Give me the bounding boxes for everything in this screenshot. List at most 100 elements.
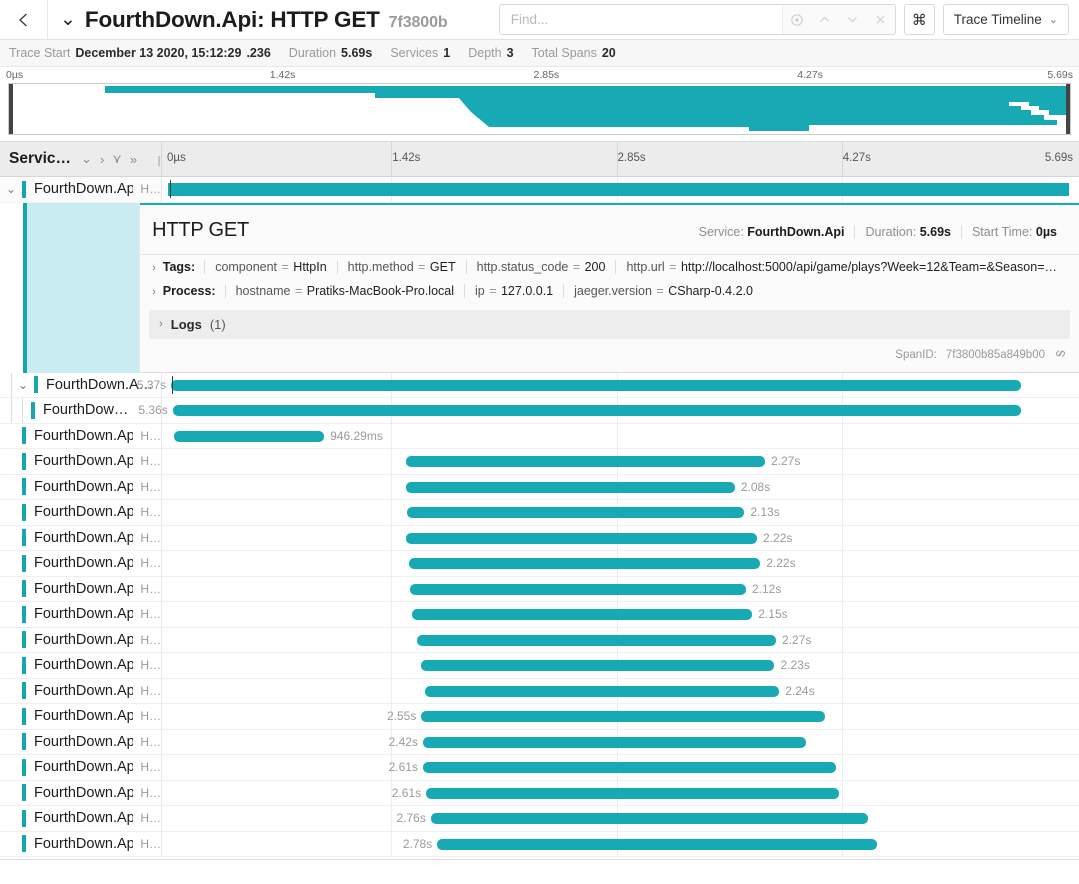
double-chevron-right-icon[interactable]: » [127,152,140,167]
span-bar-track[interactable]: 5.36s [138,398,1079,424]
span-row[interactable]: FourthDown.Api H… 2.13s [0,500,1079,526]
span-bar-track[interactable]: 946.29ms [162,423,1079,449]
span-bar-track[interactable] [162,177,1079,203]
span-bar-track[interactable]: 2.78s [162,831,1079,857]
span-bar-track[interactable]: 2.27s [162,449,1079,475]
span-row-label-cell[interactable]: FourthDown.Api H… [0,576,162,602]
back-button[interactable] [0,0,48,39]
span-bar-track[interactable]: 2.08s [162,474,1079,500]
span-bar-track[interactable]: 2.23s [162,653,1079,679]
span-row-label-cell[interactable]: FourthDown.Api H… [0,602,162,628]
chevron-up-icon[interactable] [811,5,839,34]
span-row[interactable]: FourthDown.Api H… 2.08s [0,474,1079,500]
chevron-down-icon[interactable]: ⌄ [78,151,95,167]
span-duration-bar[interactable] [408,558,761,569]
span-duration-bar[interactable] [405,456,765,467]
target-icon[interactable] [783,5,811,34]
span-rows-container[interactable]: ⌄ FourthDown.Api H… HTTP GET Service: Fourth… [0,177,1079,859]
link-icon[interactable] [1054,347,1067,363]
minimap-left-handle[interactable] [9,84,13,134]
span-row[interactable]: ⌄ FourthDown.Api H… [0,177,1079,203]
span-duration-bar[interactable] [421,711,826,722]
search-input[interactable] [499,5,782,34]
span-bar-track[interactable]: 2.61s [162,780,1079,806]
span-duration-bar[interactable] [411,609,753,620]
span-row-label-cell[interactable]: FourthDown.Api H… [0,525,162,551]
span-duration-bar[interactable] [171,379,1022,391]
span-row[interactable]: FourthDown.Api H… 2.27s [0,449,1079,475]
chevron-down-icon[interactable]: ⌄ [60,10,76,29]
expand-process-icon[interactable]: › [152,286,156,298]
collapse-span-caret[interactable]: ⌄ [0,182,22,196]
span-logs-toggle[interactable]: › Logs (1) [149,309,1070,339]
span-duration-bar[interactable] [421,660,775,671]
span-bar-track[interactable]: 2.15s [162,602,1079,628]
span-row-label-cell[interactable]: FourthDown.Api H… [0,755,162,781]
minimap-viewport[interactable] [8,83,1071,135]
span-bar-track[interactable]: 2.22s [162,551,1079,577]
span-row[interactable]: FourthDown.Api H… 2.55s [0,704,1079,730]
span-row-label-cell[interactable]: ⌄ FourthDown.Api H… [0,177,162,203]
span-duration-bar[interactable] [437,838,878,850]
collapse-span-caret[interactable]: ⌄ [12,378,34,392]
span-row[interactable]: FourthDown.Api H… 2.24s [0,678,1079,704]
span-bar-track[interactable]: 2.76s [162,806,1079,832]
span-row-label-cell[interactable]: FourthDown.Api H… [0,806,162,832]
expand-tags-icon[interactable]: › [152,262,156,274]
span-row[interactable]: FourthDown.Api H… 2.22s [0,551,1079,577]
span-row-label-cell[interactable]: FourthDown.Api H… [0,449,162,475]
span-row-label-cell[interactable]: FourthDown.Api H… [0,423,162,449]
keyboard-shortcuts-button[interactable]: ⌘ [903,4,935,35]
span-row-label-cell[interactable]: FourthDown.Api H… [0,551,162,577]
span-bar-track[interactable]: 2.61s [162,755,1079,781]
column-resizer[interactable]: || [157,155,160,167]
span-row-label-cell[interactable]: FourthDown.Api H… [0,678,162,704]
span-row-label-cell[interactable]: FourthDown.Api H… [0,653,162,679]
span-row-label-cell[interactable]: FourthDown.Api H… [0,474,162,500]
minimap-right-handle[interactable] [1066,84,1070,134]
span-bar-track[interactable]: 2.55s [162,704,1079,730]
chevron-down-icon[interactable] [839,5,867,34]
span-duration-bar[interactable] [172,405,1022,416]
span-row[interactable]: FourthDown.Api H… 2.23s [0,653,1079,679]
span-row[interactable]: FourthDown.Api H… 2.15s [0,602,1079,628]
span-duration-bar[interactable] [430,813,868,824]
span-bar-track[interactable]: 2.42s [162,729,1079,755]
span-row-label-cell[interactable]: FourthDown.Api H… [0,729,162,755]
span-bar-track[interactable]: 5.37s [137,372,1079,398]
span-row-label-cell[interactable]: FourthDown.Api H… [0,780,162,806]
span-row[interactable]: FourthDow… 5.36s [0,398,1079,424]
span-row-label-cell[interactable]: FourthDown.Api H… [0,704,162,730]
span-duration-bar[interactable] [410,583,746,595]
span-duration-bar[interactable] [424,685,780,697]
span-row-label-cell[interactable]: FourthDown.Api H… [0,500,162,526]
span-duration-bar[interactable] [422,736,807,748]
span-bar-track[interactable]: 2.27s [162,627,1079,653]
span-row[interactable]: FourthDown.Api H… 2.61s [0,780,1079,806]
span-row[interactable]: FourthDown.Api H… 2.12s [0,576,1079,602]
span-row[interactable]: FourthDown.Api H… 2.42s [0,729,1079,755]
double-chevron-down-icon[interactable]: ⋎ [109,151,125,167]
span-row[interactable]: FourthDown.Api H… 2.27s [0,627,1079,653]
chevron-right-icon[interactable]: › [97,152,107,167]
span-row[interactable]: FourthDown.Api H… 946.29ms [0,423,1079,449]
span-duration-bar[interactable] [422,762,837,773]
span-duration-bar[interactable] [416,634,777,646]
span-bar-track[interactable]: 2.22s [162,525,1079,551]
span-row[interactable]: FourthDown.Api H… 2.78s [0,831,1079,857]
span-duration-bar[interactable] [405,481,735,493]
span-bar-track[interactable]: 2.13s [162,500,1079,526]
span-bar-track[interactable]: 2.24s [162,678,1079,704]
span-row-label-cell[interactable]: FourthDown.Api H… [0,627,162,653]
span-bar-track[interactable]: 2.12s [162,576,1079,602]
span-row-label-cell[interactable]: FourthDown.Api H… [0,831,162,857]
span-row[interactable]: ⌄ FourthDown.A… 5.37s [0,372,1079,398]
span-duration-bar[interactable] [168,183,1069,196]
close-icon[interactable] [867,5,895,34]
span-row[interactable]: FourthDown.Api H… 2.61s [0,755,1079,781]
view-mode-select[interactable]: Trace Timeline ⌄ [942,4,1069,35]
span-duration-bar[interactable] [405,532,758,544]
span-duration-bar[interactable] [174,430,325,442]
span-duration-bar[interactable] [426,787,840,799]
span-row[interactable]: FourthDown.Api H… 2.22s [0,525,1079,551]
